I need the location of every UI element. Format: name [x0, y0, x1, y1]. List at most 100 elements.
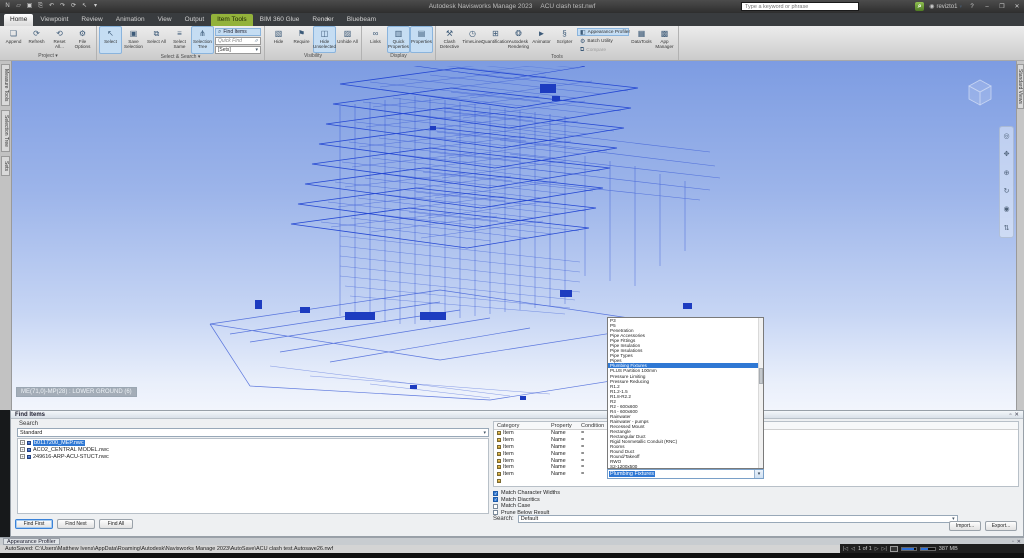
dock-tab[interactable]: Selection Tree	[1, 110, 10, 152]
ribbon-button[interactable]: ≡Select Same	[168, 26, 191, 54]
minimize-button[interactable]: –	[982, 4, 992, 10]
ribbon-tab[interactable]: Output	[179, 14, 211, 26]
ribbon-button[interactable]: ⋔Selection Tree	[191, 26, 214, 54]
checkbox[interactable]	[493, 491, 498, 496]
ribbon-button[interactable]: ⚑Require	[290, 26, 313, 53]
ribbon-button[interactable]: §Scripter	[553, 26, 576, 54]
find-items-button[interactable]: ⌕Find Items	[215, 28, 261, 36]
redo-icon[interactable]: ↷	[58, 2, 67, 11]
ribbon-tab[interactable]: View	[152, 14, 178, 26]
combo-dropdown-button[interactable]: ▾	[754, 470, 763, 478]
ribbon-button[interactable]: ⚙File Options	[71, 26, 94, 53]
find-first-button[interactable]: Find First	[15, 519, 53, 529]
ribbon-display-toggle-icon[interactable]: ▾	[322, 16, 333, 23]
next-sheet-icon[interactable]: ▷	[875, 546, 879, 552]
export-button[interactable]: Export...	[985, 521, 1017, 531]
ribbon-small-button[interactable]: ⚙Batch Utility	[577, 37, 629, 45]
ribbon-button[interactable]: ►Animator	[530, 26, 553, 54]
search-mode-select[interactable]: Default ▾	[518, 515, 958, 523]
ribbon-tab[interactable]: Bluebeam	[341, 14, 382, 26]
ribbon-button[interactable]: ⟳Refresh	[25, 26, 48, 53]
look-icon[interactable]: ◉	[1003, 205, 1009, 213]
expand-icon[interactable]: +	[20, 454, 25, 459]
restore-button[interactable]: ❐	[997, 3, 1007, 10]
find-next-button[interactable]: Find Next	[57, 519, 95, 529]
ribbon-tab[interactable]: Viewpoint	[34, 14, 74, 26]
refresh-icon[interactable]: ⟳	[69, 2, 78, 11]
multisheet-icon[interactable]	[890, 546, 898, 552]
ribbon-button[interactable]: ◫Hide Unselected	[313, 26, 336, 53]
ribbon-button[interactable]: ▦DataTools	[630, 26, 653, 54]
expand-icon[interactable]: +	[20, 447, 25, 452]
import-button[interactable]: Import...	[949, 521, 981, 531]
ribbon-button[interactable]: ❂Autodesk Rendering	[507, 26, 530, 54]
ribbon-button[interactable]: ▨Unhide All	[336, 26, 359, 53]
walk-icon[interactable]: ⇅	[1004, 224, 1010, 232]
view-cube[interactable]	[962, 77, 998, 109]
ribbon-small-button[interactable]: ⧉Compare	[577, 46, 629, 54]
ribbon-button[interactable]: ⟲Reset All...	[48, 26, 71, 53]
column-header-condition[interactable]: Condition	[578, 423, 606, 429]
ribbon-tab[interactable]: Review	[75, 14, 108, 26]
ribbon-button[interactable]: ▣Save Selection	[122, 26, 145, 54]
ribbon-button[interactable]: ∞Links	[364, 26, 387, 53]
ribbon-button[interactable]: ⊞Quantification	[484, 26, 507, 54]
ribbon-button[interactable]: ⚒Clash Detective	[438, 26, 461, 54]
column-header-category[interactable]: Category	[494, 423, 548, 429]
ribbon-group-label[interactable]: Project ▾	[2, 53, 94, 60]
close-button[interactable]: ✕	[1012, 3, 1022, 10]
panel-pin-icon[interactable]: ▫	[1009, 412, 1011, 418]
ribbon-tab[interactable]: Home	[4, 14, 33, 26]
file-tree-row[interactable]: + ACO2_CENTRAL MODEL.nwc	[18, 446, 488, 453]
checkbox[interactable]	[493, 497, 498, 502]
qat-caret-icon[interactable]: ▾	[91, 2, 100, 11]
ribbon-button[interactable]: ▩App Manager	[653, 26, 676, 54]
dropdown-scrollbar[interactable]	[758, 318, 763, 468]
ribbon-button[interactable]: ⧉Select All	[145, 26, 168, 54]
scrollbar-thumb[interactable]	[759, 368, 763, 384]
dock-tab[interactable]: Measure Tools	[1, 64, 10, 106]
expand-icon[interactable]: +	[20, 440, 25, 445]
navigation-wheel-icon[interactable]: ◎	[1003, 132, 1009, 140]
checkbox[interactable]	[493, 504, 498, 509]
viewport-3d[interactable]: Measure Tools Selection Tree Sets Standard…	[0, 61, 1024, 410]
undo-icon[interactable]: ↶	[47, 2, 56, 11]
open-icon[interactable]: ▱	[14, 2, 23, 11]
prev-sheet-icon[interactable]: ◁	[851, 546, 855, 552]
help-search-input[interactable]	[741, 2, 859, 11]
ribbon-group-label[interactable]: Select & Search ▾	[99, 54, 262, 61]
ribbon-button[interactable]: ↖Select	[99, 26, 122, 54]
search-go-icon[interactable]: ⌕	[915, 2, 924, 11]
column-header-property[interactable]: Property	[548, 423, 578, 429]
print-icon[interactable]: ⎘	[36, 2, 45, 11]
sets-select[interactable]: [Sets]▾	[215, 46, 261, 54]
save-icon[interactable]: ▣	[25, 2, 34, 11]
first-sheet-icon[interactable]: |◁	[843, 546, 848, 552]
ribbon-button[interactable]: ❏Append	[2, 26, 25, 53]
ribbon-button[interactable]: ▤Properties	[410, 26, 433, 53]
account-menu[interactable]: ◉ revizto1 ▾	[929, 3, 962, 10]
ribbon-button[interactable]: ▧Hide	[267, 26, 290, 53]
zoom-icon[interactable]: ⊕	[1004, 169, 1010, 177]
ribbon-button[interactable]: ▥Quick Properties	[387, 26, 410, 53]
ribbon-tab[interactable]: BIM 360 Glue	[254, 14, 306, 26]
app-button[interactable]: N	[3, 2, 12, 11]
dock-tab[interactable]: Sets	[1, 156, 10, 176]
help-icon[interactable]: ?	[967, 4, 977, 10]
find-all-button[interactable]: Find All	[99, 519, 133, 529]
last-sheet-icon[interactable]: ▷|	[882, 546, 887, 552]
quick-find-input[interactable]: Quick Find⌕	[215, 37, 261, 45]
dropdown-item[interactable]: S2-1200x500	[608, 464, 763, 469]
ribbon-small-button[interactable]: ◧Appearance Profiler	[577, 28, 629, 36]
orbit-icon[interactable]: ↻	[1004, 187, 1010, 195]
file-tree-row[interactable]: + b0117200_MEP.nwc	[18, 439, 488, 446]
appearance-profiler-tab[interactable]: Appearance Profiler	[3, 538, 60, 545]
select-arrow-icon[interactable]: ↖	[80, 2, 89, 11]
pan-icon[interactable]: ✥	[1004, 150, 1010, 158]
panel-close-icon[interactable]: ✕	[1014, 412, 1019, 418]
saved-search-select[interactable]: Standard ▾	[17, 428, 489, 437]
ribbon-tab[interactable]: Animation	[110, 14, 151, 26]
value-combo-editor[interactable]: Plumbing Fixtures ▾	[607, 469, 764, 479]
dock-tab[interactable]: Standard Views	[1017, 64, 1024, 109]
option-row[interactable]: Match Character Widths	[493, 490, 560, 497]
